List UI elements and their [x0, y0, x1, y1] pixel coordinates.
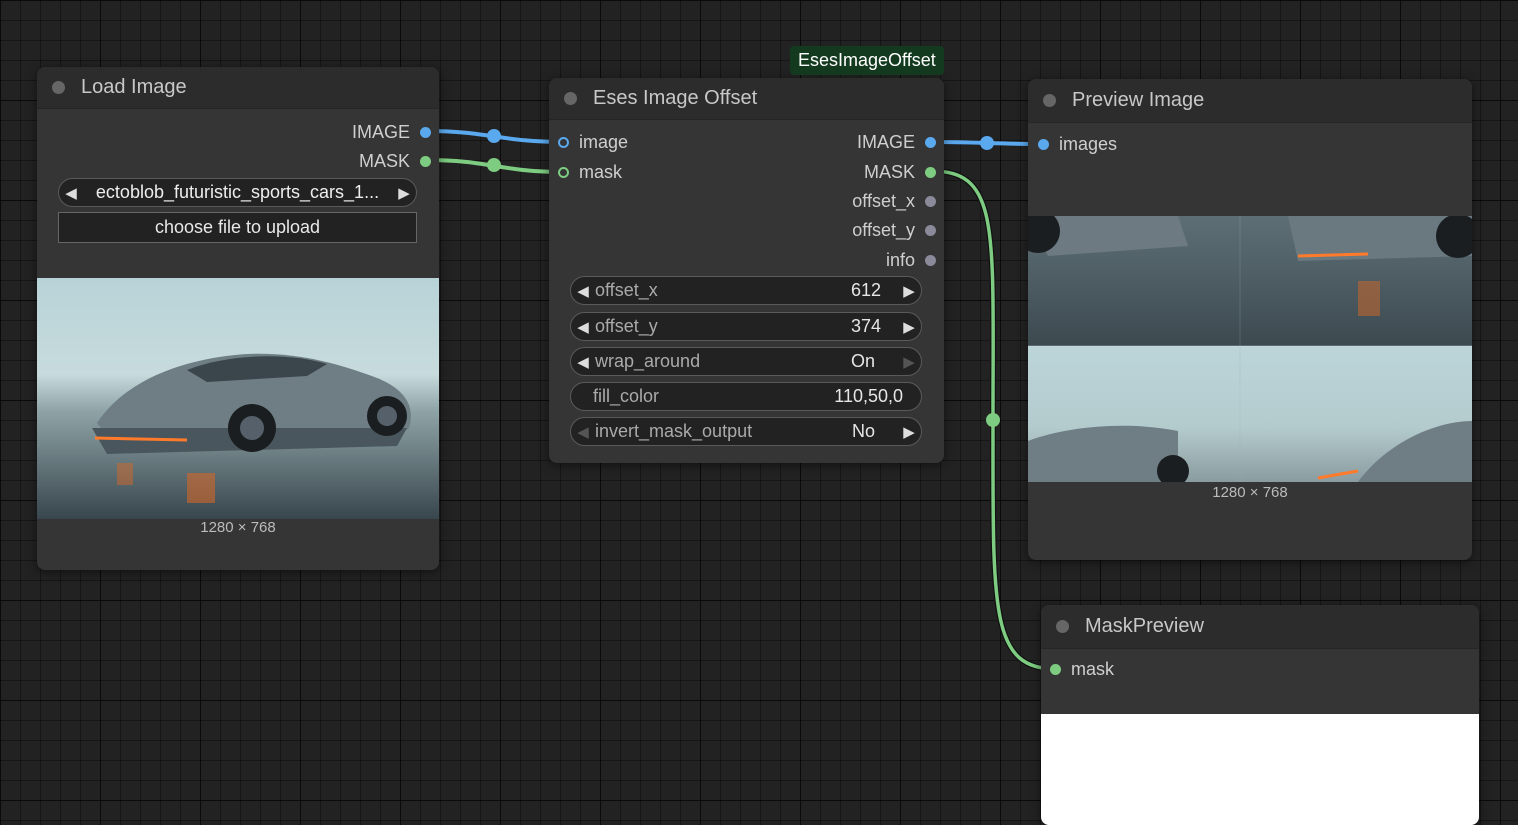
slot-dot-icon[interactable] [1050, 663, 1061, 675]
image-dimensions: 1280 × 768 [200, 519, 276, 536]
decrement-arrow-icon[interactable]: ◀ [571, 282, 595, 300]
node-title: Load Image [81, 76, 187, 98]
slot-label: MASK [358, 150, 410, 171]
decrement-arrow-icon[interactable]: ◀ [571, 423, 595, 441]
output-slot-image[interactable]: IMAGE [857, 131, 936, 153]
widget-label: wrap_around [595, 351, 701, 371]
slot-dot-icon[interactable] [925, 195, 936, 207]
link-mask-load-to-offset [425, 158, 565, 174]
increment-arrow-icon[interactable]: ▶ [897, 423, 921, 441]
link-image-offset-to-preview [931, 140, 1044, 146]
slot-label: offset_x [852, 190, 915, 211]
output-slot-info[interactable]: info [886, 249, 936, 271]
widget-value: On [850, 351, 875, 371]
link-midpoint [986, 413, 1000, 427]
output-slot-mask[interactable]: MASK [864, 161, 936, 183]
collapse-dot-icon[interactable] [1043, 94, 1056, 107]
slot-label: MASK [863, 161, 915, 182]
upload-button[interactable]: choose file to upload [58, 212, 417, 243]
node-type-badge: EsesImageOffset [790, 46, 944, 75]
widget-value: No [851, 421, 875, 441]
link-midpoint [980, 136, 994, 150]
slot-dot-icon[interactable] [420, 155, 431, 167]
widget-value: 612 [850, 280, 881, 300]
load-image-node[interactable]: Load Image IMAGE MASK ◀ ectoblob_futuris… [37, 67, 439, 570]
slot-dot-icon[interactable] [558, 166, 569, 178]
input-slot-mask[interactable]: mask [1050, 658, 1114, 680]
widget-label: offset_x [595, 280, 658, 300]
preview-dimensions: 1280 × 768 [1212, 484, 1288, 501]
slot-label: offset_y [852, 219, 915, 240]
widget-label: offset_y [595, 316, 658, 336]
combo-value: ectoblob_futuristic_sports_cars_1... [95, 182, 380, 202]
link-image-load-to-offset [425, 129, 565, 144]
arrow-right-icon[interactable]: ▶ [392, 184, 416, 202]
output-slot-offset-y[interactable]: offset_y [852, 219, 936, 241]
car-photo [37, 278, 439, 519]
widget-label: invert_mask_output [595, 421, 753, 441]
mask-preview-image [1041, 714, 1479, 825]
slot-label: IMAGE [856, 131, 915, 152]
link-midpoint [487, 158, 501, 172]
node-title: Eses Image Offset [593, 87, 758, 109]
widget-value: 110,50,0 [834, 386, 903, 406]
widget-label: fill_color [593, 386, 660, 406]
slot-label: IMAGE [351, 121, 410, 142]
slot-dot-icon[interactable] [925, 224, 936, 236]
link-midpoint [487, 129, 501, 143]
preview-image-node[interactable]: Preview Image images 1280 × 768 [1028, 79, 1472, 560]
slot-label: mask [1071, 658, 1115, 679]
slot-dot-icon[interactable] [925, 254, 936, 266]
invert-mask-output-toggle[interactable]: ◀ invert_mask_output No ▶ [570, 417, 922, 446]
node-title: Preview Image [1072, 89, 1205, 111]
wrap-around-toggle[interactable]: ◀ wrap_around On ▶ [570, 347, 922, 376]
slot-dot-icon[interactable] [925, 166, 936, 178]
input-slot-mask[interactable]: mask [558, 161, 622, 183]
node-title-bar[interactable]: Preview Image [1028, 79, 1472, 123]
slot-dot-icon[interactable] [1038, 138, 1049, 150]
loaded-image-preview [37, 278, 439, 519]
output-slot-image[interactable]: IMAGE [352, 121, 431, 143]
eses-image-offset-node[interactable]: Eses Image Offset image mask IMAGE MASK … [549, 78, 944, 463]
decrement-arrow-icon[interactable]: ◀ [571, 353, 595, 371]
collapse-dot-icon[interactable] [1056, 620, 1069, 633]
offset-car-photo [1028, 216, 1472, 482]
node-title-bar[interactable]: MaskPreview [1041, 605, 1479, 649]
arrow-left-icon[interactable]: ◀ [59, 184, 83, 202]
offset-y-widget[interactable]: ◀ offset_y 374 ▶ [570, 312, 922, 341]
slot-dot-icon[interactable] [925, 136, 936, 148]
collapse-dot-icon[interactable] [564, 92, 577, 105]
output-slot-mask[interactable]: MASK [359, 150, 431, 172]
slot-label: info [885, 249, 915, 270]
widget-value: 374 [850, 316, 881, 336]
slot-label: image [579, 131, 629, 152]
decrement-arrow-icon[interactable]: ◀ [571, 318, 595, 336]
mask-preview-node[interactable]: MaskPreview mask [1041, 605, 1479, 825]
offset-x-widget[interactable]: ◀ offset_x 612 ▶ [570, 276, 922, 305]
collapse-dot-icon[interactable] [52, 81, 65, 94]
increment-arrow-icon[interactable]: ▶ [897, 318, 921, 336]
increment-arrow-icon[interactable]: ▶ [897, 282, 921, 300]
node-title-bar[interactable]: Eses Image Offset [549, 78, 944, 120]
node-title-bar[interactable]: Load Image [37, 67, 439, 109]
input-slot-image[interactable]: image [558, 131, 628, 153]
output-slot-offset-x[interactable]: offset_x [852, 190, 936, 212]
input-slot-images[interactable]: images [1038, 133, 1117, 155]
image-file-combo[interactable]: ◀ ectoblob_futuristic_sports_cars_1... ▶ [58, 178, 417, 207]
slot-dot-icon[interactable] [420, 126, 431, 138]
slot-label: mask [579, 161, 623, 182]
slot-label: images [1059, 133, 1118, 154]
slot-dot-icon[interactable] [558, 136, 569, 148]
preview-output-image [1028, 216, 1472, 482]
increment-arrow-icon[interactable]: ▶ [897, 353, 921, 371]
fill-color-field[interactable]: fill_color 110,50,0 [570, 382, 922, 411]
node-title: MaskPreview [1085, 615, 1204, 637]
